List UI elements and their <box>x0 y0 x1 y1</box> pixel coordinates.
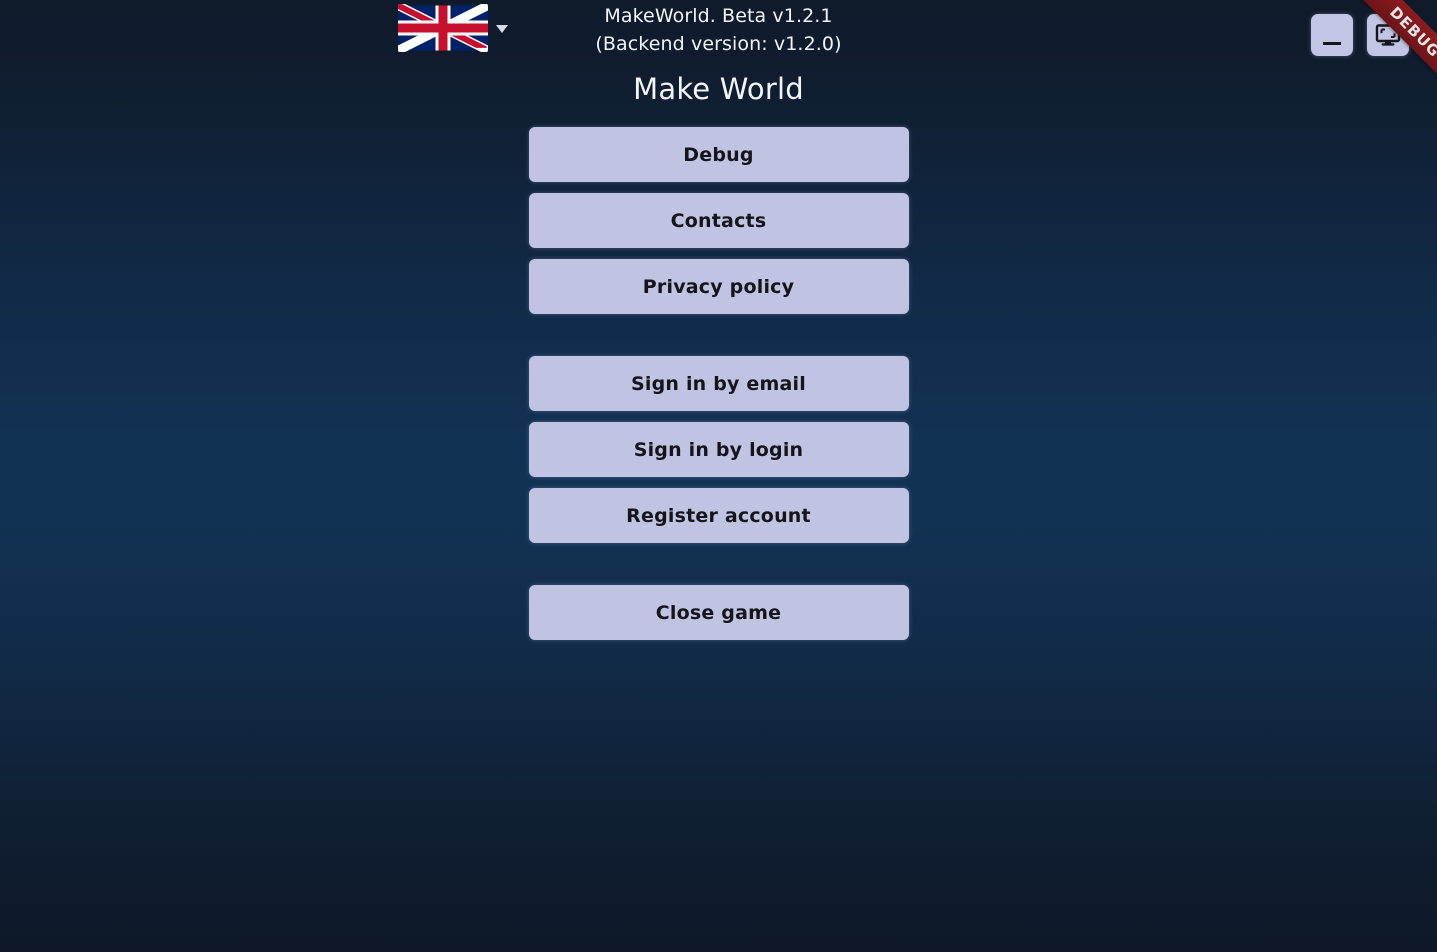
window-controls <box>1311 14 1409 56</box>
chevron-down-icon <box>496 25 508 33</box>
menu-button-debug[interactable]: Debug <box>528 127 909 182</box>
menu-group-info: Debug Contacts Privacy policy <box>528 127 909 314</box>
menu-button-sign-in-by-login[interactable]: Sign in by login <box>528 422 909 477</box>
minimize-icon <box>1323 41 1341 45</box>
union-jack-flag-icon <box>398 4 488 52</box>
app-version-line2: (Backend version: v1.2.0) <box>595 33 842 55</box>
fullscreen-button[interactable] <box>1367 14 1409 56</box>
menu-group-account: Sign in by email Sign in by login Regist… <box>528 356 909 543</box>
top-bar: MakeWorld. Beta v1.2.1 (Backend version:… <box>0 0 1437 113</box>
monitor-icon <box>1375 24 1401 46</box>
app-version-label: MakeWorld. Beta v1.2.1 (Backend version:… <box>0 2 1437 58</box>
language-selector[interactable] <box>398 4 508 52</box>
menu-button-contacts[interactable]: Contacts <box>528 193 909 248</box>
menu-group-exit: Close game <box>528 585 909 640</box>
menu-button-sign-in-by-email[interactable]: Sign in by email <box>528 356 909 411</box>
page-title: Make World <box>633 72 804 106</box>
game-window: MakeWorld. Beta v1.2.1 (Backend version:… <box>0 0 1437 952</box>
menu-button-register-account[interactable]: Register account <box>528 488 909 543</box>
app-version-line1: MakeWorld. Beta v1.2.1 <box>604 5 833 27</box>
main-menu: Make World Debug Contacts Privacy policy… <box>0 72 1437 640</box>
menu-button-close-game[interactable]: Close game <box>528 585 909 640</box>
menu-button-privacy-policy[interactable]: Privacy policy <box>528 259 909 314</box>
minimize-button[interactable] <box>1311 14 1353 56</box>
